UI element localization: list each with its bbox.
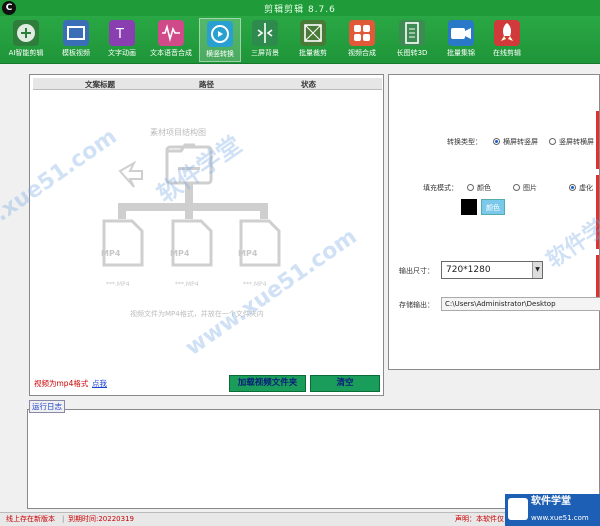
radio-fill-color[interactable]	[467, 184, 474, 191]
site-logo-url: www.xue51.com	[531, 514, 589, 522]
radio-label: 颜色	[477, 184, 491, 192]
diagram-file-type: MP4	[238, 249, 258, 258]
title-bar: C 剪辑剪辑 8.7.6	[0, 0, 600, 16]
settings-panel: 转换类型： 横屏转竖屏 竖屏转横屏 填充模式： 颜色 图片 虚化 颜色 输出尺寸…	[388, 74, 600, 370]
output-size-label: 输出尺寸：	[399, 267, 434, 275]
diagram-file-name: ***.MP4	[106, 281, 130, 288]
run-log-label: 运行日志	[29, 400, 65, 413]
tool-long-to-3d[interactable]: 长图转3D	[389, 18, 435, 62]
notice-status: 声明：本软件仅	[455, 515, 504, 523]
template-video-icon	[63, 20, 89, 46]
radio-portrait-to-landscape[interactable]	[549, 138, 556, 145]
app-window: C 剪辑剪辑 8.7.6 AI智能剪辑 模板视频 T 文字动画 文本语音合成 横…	[0, 0, 600, 526]
radio-fill-image[interactable]	[513, 184, 520, 191]
help-link[interactable]: 点我	[92, 378, 107, 389]
side-tab-strip[interactable]	[596, 111, 599, 169]
tool-text-to-speech[interactable]: 文本语音合成	[146, 18, 196, 62]
diagram-file-type: MP4	[170, 249, 190, 258]
fill-color-swatch[interactable]	[461, 199, 477, 215]
window-title: 剪辑剪辑 8.7.6	[264, 5, 336, 15]
crop-icon	[300, 20, 326, 46]
clear-button[interactable]: 清空	[310, 375, 380, 392]
tool-label: 视频合成	[348, 49, 376, 57]
camera-icon	[448, 20, 474, 46]
diagram-file-name: ***.MP4	[243, 281, 267, 288]
tool-label: 批量集锦	[447, 49, 475, 57]
tool-batch-merge[interactable]: 批量集锦	[439, 18, 483, 62]
save-path-field[interactable]: C:\Users\Administrator\Desktop	[441, 297, 600, 311]
expiry-status: 到期时间:20220319	[68, 515, 134, 523]
long-image-icon	[399, 20, 425, 46]
waveform-icon	[158, 20, 184, 46]
radio-label: 虚化	[579, 184, 593, 192]
rocket-icon	[494, 20, 520, 46]
diagram-file-type: MP4	[101, 249, 121, 258]
tool-video-merge[interactable]: 视频合成	[340, 18, 384, 62]
tool-batch-cut[interactable]: 批量裁剪	[291, 18, 335, 62]
version-status[interactable]: 线上存在新版本	[6, 513, 55, 526]
video-merge-icon	[349, 20, 375, 46]
tool-online-clip[interactable]: 在线剪辑	[487, 18, 527, 62]
output-size-value: 720*1280	[446, 265, 491, 275]
site-logo: 软件学堂 www.xue51.com	[505, 494, 600, 526]
diagram-file-name: ***.MP4	[175, 281, 199, 288]
diagram-note: 视频文件为MP4格式，并放在一个文件夹内	[130, 310, 264, 318]
radio-landscape-to-portrait[interactable]	[493, 138, 500, 145]
tool-template-video[interactable]: 模板视频	[54, 18, 98, 62]
convert-type-label: 转换类型：	[447, 138, 482, 146]
tool-label: 批量裁剪	[299, 49, 327, 57]
svg-text:T: T	[115, 27, 124, 42]
text-animation-icon: T	[109, 20, 135, 46]
tool-label: 在线剪辑	[493, 49, 521, 57]
ai-brain-icon	[13, 20, 39, 46]
tool-landscape-convert[interactable]: 横竖转换	[199, 18, 241, 62]
radio-label: 图片	[523, 184, 537, 192]
tool-three-screen[interactable]: 三屏背景	[245, 18, 285, 62]
tool-label: 三屏背景	[251, 49, 279, 57]
tool-label: 长图转3D	[396, 49, 428, 57]
tool-label: AI智能剪辑	[8, 49, 44, 57]
pick-color-button[interactable]: 颜色	[481, 199, 505, 215]
folder-structure-diagram	[102, 143, 281, 267]
save-output-label: 存储输出：	[399, 301, 434, 309]
radio-fill-blur[interactable]	[569, 184, 576, 191]
tool-label: 文本语音合成	[150, 49, 192, 57]
site-logo-icon	[508, 498, 528, 520]
chevron-down-icon[interactable]: ▼	[532, 262, 542, 278]
radio-label: 横屏转竖屏	[503, 138, 538, 146]
tool-text-animation[interactable]: T 文字动画	[102, 18, 142, 62]
load-video-folder-button[interactable]: 加载视频文件夹	[229, 375, 306, 392]
format-hint: 视频为mp4格式	[34, 379, 89, 388]
site-logo-title: 软件学堂	[531, 496, 571, 507]
side-tab-strip[interactable]	[596, 175, 599, 249]
tool-ai-clip[interactable]: AI智能剪辑	[2, 18, 50, 62]
radio-label: 竖屏转横屏	[559, 138, 594, 146]
rotate-screen-icon	[207, 21, 233, 47]
fill-mode-label: 填充模式：	[423, 184, 458, 192]
split-screen-icon	[252, 20, 278, 46]
tool-label: 文字动画	[108, 49, 136, 57]
tool-label: 横竖转换	[206, 50, 234, 58]
tool-label: 模板视频	[62, 49, 90, 57]
diagram-title: 素材项目结构图	[150, 128, 206, 137]
file-list-panel: 文案标题 路径 状态 素材项目结构图 MP4 MP4 MP4 ***.MP4 *…	[29, 74, 384, 396]
main-toolbar: AI智能剪辑 模板视频 T 文字动画 文本语音合成 横竖转换 三屏背景 批量裁剪	[0, 16, 600, 64]
output-size-select[interactable]: 720*1280 ▼	[441, 261, 543, 279]
